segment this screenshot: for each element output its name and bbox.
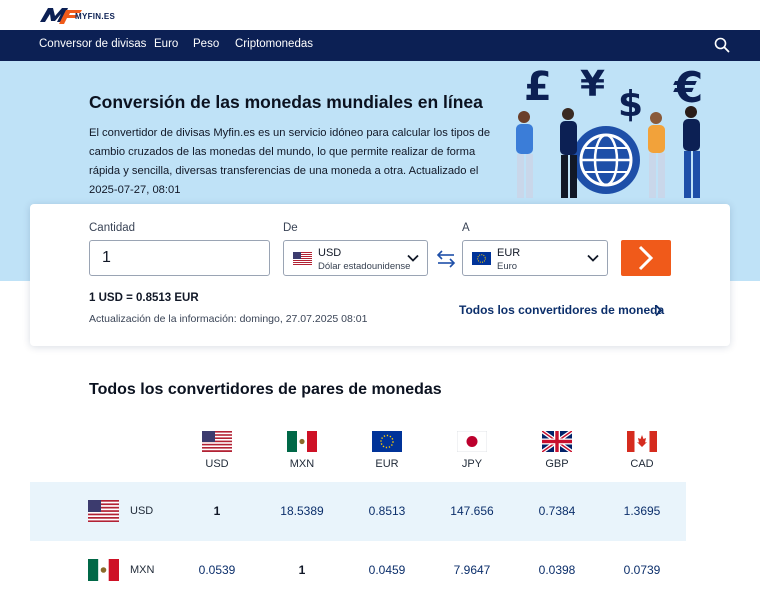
column-header-usd: USD [187,431,247,470]
rate-cell[interactable]: 0.0459 [347,563,427,577]
amount-input[interactable] [89,240,270,276]
us-flag-icon [202,431,232,452]
hero-description: El convertidor de divisas Myfin.es es un… [89,127,491,196]
jp-flag-icon [457,431,487,452]
us-flag-icon [293,252,312,265]
from-currency-select[interactable]: USD Dólar estadounidense [283,240,428,276]
to-label: A [462,222,470,234]
from-currency-code: USD [318,247,342,259]
exchange-rate-text: 1 USD = 0.8513 EUR [89,292,199,304]
all-converters-link[interactable]: Todos los convertidores de moneda [459,303,664,317]
us-flag-icon [88,500,119,522]
to-currency-code: EUR [497,247,521,259]
rate-cell[interactable]: 1.3695 [602,504,682,518]
svg-text:£: £ [524,64,552,110]
column-code: GBP [545,458,569,470]
from-label: De [283,222,298,234]
ca-flag-icon [627,431,657,452]
rate-cell: 1 [213,504,221,518]
rate-cell[interactable]: 7.9647 [432,563,512,577]
column-code: JPY [461,458,483,470]
table-row-usd: USD 1 18.5389 0.8513 147.656 0.7384 1.36… [30,482,686,541]
column-header-cad: CAD [612,431,672,470]
nav-item-euro[interactable]: Euro [154,38,178,50]
update-text: Actualización de la información: domingo… [89,313,368,325]
swap-arrows-icon[interactable] [435,248,457,270]
convert-button[interactable] [621,240,671,276]
rate-cell[interactable]: 18.5389 [262,504,342,518]
rate-cell[interactable]: 0.0739 [602,563,682,577]
svg-text:$: $ [618,84,643,125]
column-header-eur: EUR [357,431,417,470]
nav-item-peso[interactable]: Peso [193,38,219,50]
rate-cell[interactable]: 0.7384 [517,504,597,518]
top-bar: MYFIN.ES [0,0,760,30]
eu-flag-icon [472,252,491,265]
svg-text:€: € [673,63,703,112]
rate-cell[interactable]: 0.8513 [347,504,427,518]
chevron-right-icon [638,245,654,271]
row-currency-code: USD [130,505,154,517]
rate-cell[interactable]: 147.656 [432,504,512,518]
mx-flag-icon [88,559,119,581]
rate-cell: 1 [298,563,306,577]
to-currency-name: Euro [497,261,518,272]
column-code: USD [205,458,229,470]
from-currency-name: Dólar estadounidense [318,261,411,272]
column-header-gbp: GBP [527,431,587,470]
column-code: CAD [630,458,654,470]
column-code: EUR [375,458,399,470]
pairs-section-title: Todos los convertidores de pares de mone… [89,381,442,398]
to-currency-select[interactable]: EUR Euro [462,240,608,276]
nav-item-criptomonedas[interactable]: Criptomonedas [235,38,313,50]
eu-flag-icon [372,431,402,452]
gb-flag-icon [542,431,572,452]
column-header-mxn: MXN [272,431,332,470]
rate-cell[interactable]: 0.0539 [177,563,257,577]
mx-flag-icon [287,431,317,452]
main-nav: Conversor de divisas Euro Peso Criptomon… [0,30,760,61]
column-code: MXN [289,458,315,470]
amount-label: Cantidad [89,222,136,234]
rate-cell[interactable]: 0.0398 [517,563,597,577]
page-title: Conversión de las monedas mundiales en l… [89,92,483,112]
svg-text:¥: ¥ [580,64,605,105]
currency-people-illustration: £ ¥ $ € [516,63,703,198]
chevron-right-icon[interactable] [654,304,663,317]
table-row-mxn: MXN 0.0539 1 0.0459 7.9647 0.0398 0.0739 [30,541,686,600]
converter-card: Cantidad De USD Dólar estadounidense A E… [30,204,730,346]
column-header-jpy: JPY [442,431,502,470]
logo-text: MYFIN.ES [75,12,116,21]
row-currency-code: MXN [130,564,155,576]
search-icon[interactable] [714,37,730,53]
nav-item-conversor[interactable]: Conversor de divisas [39,38,146,50]
chevron-down-icon [587,254,599,262]
chevron-down-icon [407,254,419,262]
